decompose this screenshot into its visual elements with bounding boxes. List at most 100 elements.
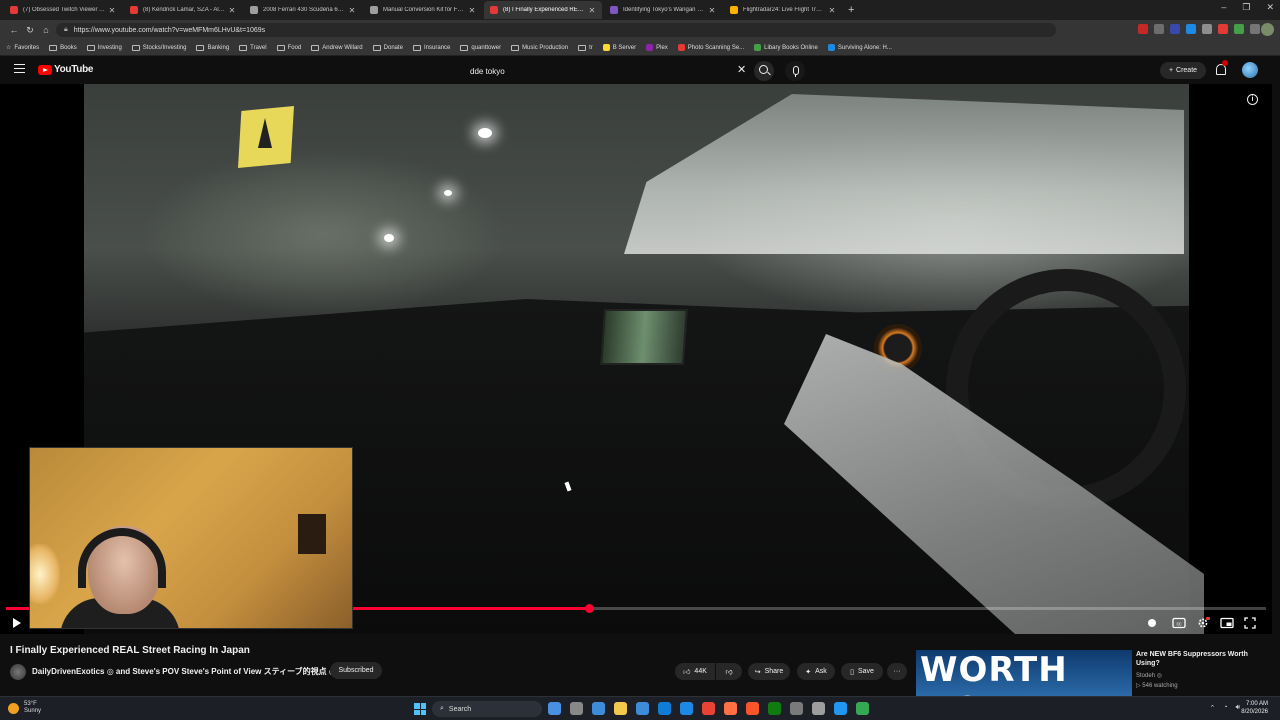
hamburger-menu-icon[interactable] [14, 64, 25, 73]
account-avatar[interactable] [1242, 62, 1258, 78]
recommended-video-thumbnail[interactable]: WORTH IT? [916, 650, 1132, 696]
taskbar-clock[interactable]: 7:00 AM 8/20/2026 [1241, 700, 1268, 716]
bookmark-item[interactable]: Banking [196, 44, 229, 51]
tab-close-icon[interactable]: ✕ [708, 6, 716, 15]
search-input[interactable]: dde tokyo [462, 61, 752, 81]
channel-names[interactable]: DailyDrivenExotics ◎ and Steve's POV Ste… [32, 666, 336, 677]
fullscreen-icon[interactable] [1244, 617, 1256, 629]
extension-icon[interactable] [1186, 24, 1196, 34]
taskbar-app-icon[interactable] [834, 702, 847, 715]
voice-search-button[interactable] [785, 61, 805, 81]
address-bar[interactable]: 🔒︎ https://www.youtube.com/watch?v=weMFM… [56, 23, 1056, 37]
taskbar-app-icon[interactable] [746, 702, 759, 715]
bookmark-item[interactable]: ☆ Favorites [6, 44, 39, 52]
more-actions-button[interactable]: ··· [887, 663, 907, 680]
miniplayer-icon[interactable] [1220, 617, 1234, 629]
taskbar-app-icon[interactable] [724, 702, 737, 715]
reload-icon[interactable]: ↻ [22, 25, 38, 36]
weather-widget[interactable]: 53°F Sunny [8, 701, 41, 715]
browser-tab[interactable]: Manual Conversion Kit for Ferrari ✕ [364, 1, 482, 19]
channel-avatar[interactable] [10, 664, 26, 680]
extension-icon[interactable] [1154, 24, 1164, 34]
tab-close-icon[interactable]: ✕ [228, 6, 236, 15]
bookmark-item[interactable]: Donate [372, 44, 403, 51]
bookmark-item[interactable]: Books [49, 44, 77, 51]
clear-search-icon[interactable]: ✕ [737, 63, 746, 76]
tab-close-icon[interactable]: ✕ [468, 6, 476, 15]
bookmark-item[interactable]: Andrew Willard [311, 44, 363, 51]
new-tab-button[interactable]: + [848, 4, 854, 16]
settings-gear-icon[interactable] [1196, 617, 1210, 629]
extension-icon[interactable] [1138, 24, 1148, 34]
extension-icon[interactable] [1234, 24, 1244, 34]
bookmark-item[interactable]: Travel [239, 44, 267, 51]
taskbar-app-icon[interactable] [592, 702, 605, 715]
wifi-icon[interactable]: ◔ [1223, 704, 1227, 712]
extension-icon[interactable] [1202, 24, 1212, 34]
ask-button[interactable]: ✦ Ask [797, 663, 835, 680]
bookmark-item[interactable]: Surviving Alone: H... [827, 44, 892, 51]
taskbar-app-icon[interactable] [548, 702, 561, 715]
create-button[interactable]: + Create [1160, 62, 1206, 79]
bookmark-item[interactable]: Music Production [511, 44, 568, 51]
extension-icon[interactable] [1170, 24, 1180, 34]
tab-close-icon[interactable]: ✕ [828, 6, 836, 15]
youtube-logo-text[interactable]: YouTube [54, 64, 94, 75]
bookmark-item[interactable]: Libary Books Online [754, 44, 818, 51]
bookmark-item[interactable]: Food [276, 44, 301, 51]
browser-tab[interactable]: (8) I Finally Experienced REAL Stre✕ [484, 1, 602, 19]
taskbar-app-icon[interactable] [614, 702, 627, 715]
taskbar-search[interactable]: ⌕ Search [432, 701, 542, 717]
tab-close-icon[interactable]: ✕ [588, 6, 596, 15]
browser-tab[interactable]: Flightradar24: Live Flight Tracker ✕ [724, 1, 842, 19]
search-icon: ⌕ [440, 705, 444, 712]
bookmark-item[interactable]: Plex [646, 44, 668, 51]
browser-profile-avatar[interactable] [1261, 23, 1274, 36]
minimize-button[interactable]: – [1221, 2, 1226, 13]
captions-icon[interactable]: cc [1172, 617, 1186, 629]
bookmark-item[interactable]: quanttower [460, 44, 501, 51]
subscribed-button[interactable]: Subscribed [330, 662, 382, 679]
tab-close-icon[interactable]: ✕ [348, 6, 356, 15]
bookmark-item[interactable]: Stocks/Investing [131, 44, 186, 51]
recommended-channel[interactable]: Stodeh ◎ [1136, 671, 1178, 681]
tab-close-icon[interactable]: ✕ [108, 6, 116, 15]
extension-icon[interactable] [1250, 24, 1260, 34]
windows-start-icon[interactable] [414, 703, 426, 715]
taskbar-app-icon[interactable] [680, 702, 693, 715]
taskbar-app-icon[interactable] [702, 702, 715, 715]
bookmark-item[interactable]: Investing [86, 44, 122, 51]
taskbar-app-icon[interactable] [856, 702, 869, 715]
dislike-button[interactable]: 👎︎ [716, 663, 742, 680]
close-window-button[interactable]: ✕ [1266, 2, 1274, 13]
bookmark-item[interactable]: B Server [602, 44, 636, 51]
taskbar-app-icon[interactable] [658, 702, 671, 715]
browser-tab[interactable]: 2008 Ferrari 430 Scuderia 6-Speed✕ [244, 1, 362, 19]
taskbar-app-icon[interactable] [570, 702, 583, 715]
autoplay-toggle-icon[interactable] [1146, 617, 1158, 629]
back-icon[interactable]: ← [6, 25, 22, 35]
home-icon[interactable]: ⌂ [38, 25, 54, 35]
taskbar-app-icon[interactable] [768, 702, 781, 715]
share-button[interactable]: ↪ Share [748, 663, 790, 680]
play-icon[interactable] [13, 618, 21, 628]
browser-tab[interactable]: (7) Obsessed Twitch Viewer Arres ✕ [4, 1, 122, 19]
browser-tab[interactable]: (8) Kendrick Lamar, SZA - All The ✕ [124, 1, 242, 19]
bookmark-item[interactable]: Insurance [413, 44, 450, 51]
info-icon[interactable]: i [1247, 94, 1258, 105]
taskbar-app-icon[interactable] [790, 702, 803, 715]
bookmark-item[interactable]: Photo Scanning Se... [677, 44, 744, 51]
like-button[interactable]: 👍︎ 44K [675, 663, 715, 680]
search-button[interactable] [754, 61, 774, 81]
taskbar-app-icon[interactable] [812, 702, 825, 715]
extension-icon[interactable] [1218, 24, 1228, 34]
browser-tab[interactable]: Identifying Tokyo's Wangan Expr ✕ [604, 1, 722, 19]
restore-button[interactable]: ❐ [1242, 2, 1250, 13]
save-button[interactable]: ▯ Save [841, 663, 883, 680]
recommended-video-title[interactable]: Are NEW BF6 Suppressors Worth Using? [1136, 650, 1271, 668]
youtube-logo-icon[interactable] [38, 65, 52, 75]
bookmark-item[interactable]: tr [578, 44, 593, 51]
volume-icon[interactable]: 🔊︎ [1236, 704, 1240, 712]
chevron-up-icon[interactable]: ⌃ [1209, 704, 1215, 712]
taskbar-app-icon[interactable] [636, 702, 649, 715]
